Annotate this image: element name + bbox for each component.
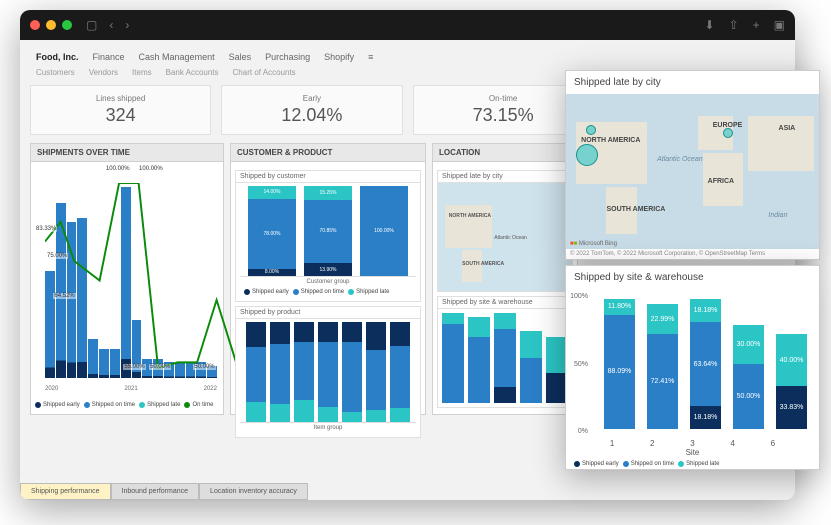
panel-shipments-over-time[interactable]: SHIPMENTS OVER TIME 83.33% 75.00% 64.52%…: [30, 143, 224, 415]
company-name: Food, Inc.: [36, 52, 79, 62]
overlay-shipped-by-site[interactable]: Shipped by site & warehouse 100%50%0% 11…: [565, 265, 820, 470]
world-map[interactable]: NORTH AMERICA EUROPE ASIA Atlantic Ocean…: [566, 94, 819, 249]
new-tab-icon[interactable]: +: [753, 18, 760, 32]
map-bubble[interactable]: [723, 128, 733, 138]
nav-more-icon[interactable]: ≡: [368, 52, 373, 62]
nav-cash[interactable]: Cash Management: [139, 52, 215, 62]
site-stacked-bars: 11.80%88.09%22.99%72.41%18.18%63.64%18.1…: [592, 289, 819, 429]
top-nav: Food, Inc. Finance Cash Management Sales…: [30, 48, 785, 66]
nav-sales[interactable]: Sales: [229, 52, 252, 62]
report-tabs: Shipping performance Inbound performance…: [20, 483, 308, 500]
subnav-items[interactable]: Items: [132, 68, 152, 77]
panel-location[interactable]: LOCATION Shipped late by city NORTH AMER…: [432, 143, 578, 415]
minimize-icon[interactable]: [46, 20, 56, 30]
nav-purchasing[interactable]: Purchasing: [265, 52, 310, 62]
subnav-vendors[interactable]: Vendors: [89, 68, 118, 77]
sot-chart: 83.33% 75.00% 64.52% 100.00% 100.00% 55.…: [35, 166, 219, 396]
sot-legend: Shipped early Shipped on time Shipped la…: [31, 400, 223, 410]
panel-title: LOCATION: [433, 144, 577, 162]
tab-shipping-performance[interactable]: Shipping performance: [20, 483, 111, 500]
download-icon[interactable]: ⬇: [705, 18, 715, 32]
map-mini: NORTH AMERICA SOUTH AMERICA Atlantic Oce…: [437, 182, 573, 292]
tabs-icon[interactable]: ▣: [774, 18, 785, 32]
panel-customer-product[interactable]: CUSTOMER & PRODUCT Shipped by customer 1…: [230, 143, 426, 415]
overlay-title: Shipped by site & warehouse: [566, 266, 819, 289]
panel-title: CUSTOMER & PRODUCT: [231, 144, 425, 162]
close-icon[interactable]: [30, 20, 40, 30]
subnav-coa[interactable]: Chart of Accounts: [233, 68, 296, 77]
subnav-bank[interactable]: Bank Accounts: [166, 68, 219, 77]
kpi-early[interactable]: Early12.04%: [221, 85, 402, 135]
subnav-customers[interactable]: Customers: [36, 68, 75, 77]
panel-title: SHIPMENTS OVER TIME: [31, 144, 223, 162]
share-icon[interactable]: ⇧: [729, 18, 739, 32]
kpi-lines-shipped[interactable]: Lines shipped324: [30, 85, 211, 135]
titlebar: ▢ ‹ › ⬇ ⇧ + ▣: [20, 10, 795, 40]
tab-location-inventory[interactable]: Location inventory accuracy: [199, 483, 308, 500]
map-credit: © 2022 TomTom, © 2022 Microsoft Corporat…: [566, 249, 819, 259]
back-icon[interactable]: ‹: [109, 18, 113, 32]
product-stacked-bars: [240, 323, 416, 423]
overlay-title: Shipped late by city: [566, 71, 819, 94]
maximize-icon[interactable]: [62, 20, 72, 30]
tab-inbound-performance[interactable]: Inbound performance: [111, 483, 200, 500]
sidebar-icon[interactable]: ▢: [86, 18, 97, 32]
nav-finance[interactable]: Finance: [93, 52, 125, 62]
overlay-shipped-late-by-city[interactable]: Shipped late by city NORTH AMERICA EUROP…: [565, 70, 820, 260]
customer-stacked-bars: 14.00%78.00%8.00%15.25%70.85%13.90%100.0…: [240, 187, 416, 277]
nav-shopify[interactable]: Shopify: [324, 52, 354, 62]
map-bubble[interactable]: [576, 144, 598, 166]
forward-icon[interactable]: ›: [125, 18, 129, 32]
